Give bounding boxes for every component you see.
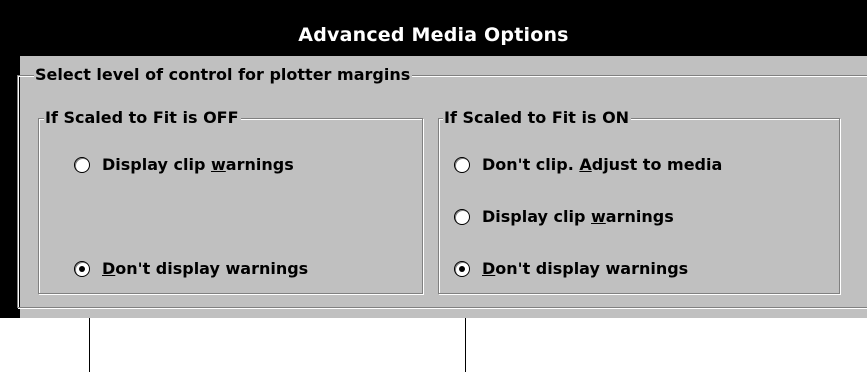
radio-checked-icon[interactable] xyxy=(74,261,90,277)
radio-unchecked-icon[interactable] xyxy=(74,157,90,173)
title-bar[interactable]: Advanced Media Options xyxy=(0,0,867,56)
callout-line-left xyxy=(89,318,90,372)
scaled-off-display-clip-warnings-radio[interactable]: Display clip warnings xyxy=(74,155,294,175)
option-label: Display clip warnings xyxy=(102,155,294,174)
option-label: Display clip warnings xyxy=(482,207,674,226)
scaled-off-group-label: If Scaled to Fit is OFF xyxy=(44,108,241,128)
radio-unchecked-icon[interactable] xyxy=(454,209,470,225)
scaled-on-group-label: If Scaled to Fit is ON xyxy=(443,108,632,128)
option-label: Don't clip. Adjust to media xyxy=(482,155,723,174)
option-label: Don't display warnings xyxy=(102,259,309,278)
window-title: Advanced Media Options xyxy=(298,24,569,46)
scaled-on-dont-display-warnings-radio[interactable]: Don't display warnings xyxy=(454,259,688,279)
plotter-margins-group-label: Select level of control for plotter marg… xyxy=(34,65,413,85)
radio-checked-icon[interactable] xyxy=(454,261,470,277)
callout-line-right xyxy=(465,318,466,372)
radio-unchecked-icon[interactable] xyxy=(454,157,470,173)
scaled-off-dont-display-warnings-radio[interactable]: Don't display warnings xyxy=(74,259,308,279)
scaled-on-dont-clip-adjust-radio[interactable]: Don't clip. Adjust to media xyxy=(454,155,722,175)
option-label: Don't display warnings xyxy=(482,259,689,278)
scaled-on-display-clip-warnings-radio[interactable]: Display clip warnings xyxy=(454,207,674,227)
